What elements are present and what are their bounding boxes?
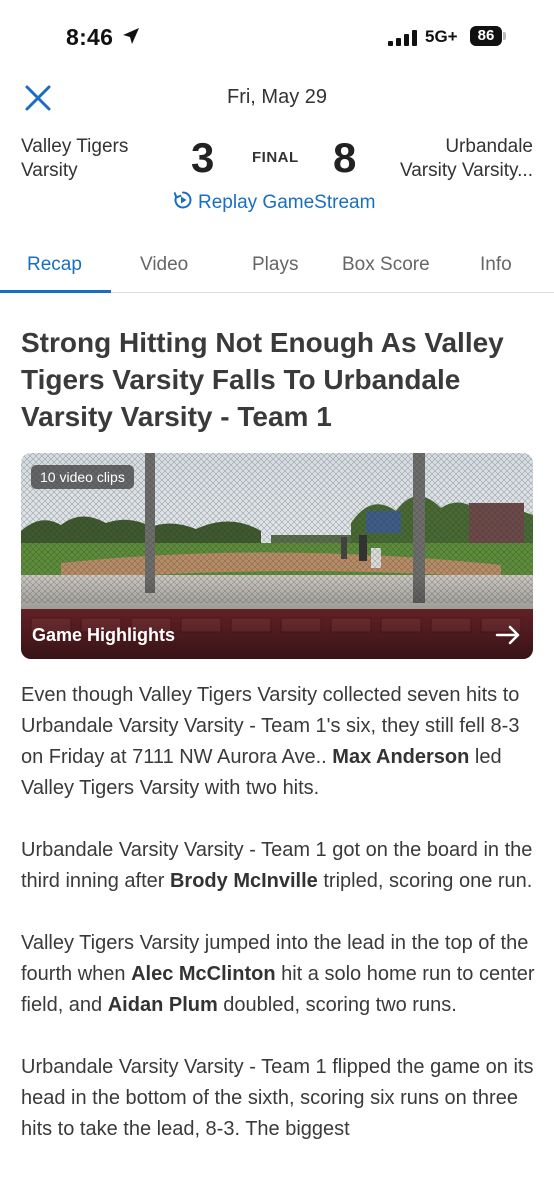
home-score: 3	[191, 134, 215, 181]
tab-bar: Recap Video Plays Box Score Info	[0, 240, 554, 293]
away-team-line2: Varsity Varsity...	[399, 160, 533, 181]
home-team-line1: Valley Tigers	[21, 136, 129, 157]
replay-gamestream-button[interactable]: Replay GameStream	[173, 190, 375, 216]
away-score: 8	[333, 134, 357, 181]
away-team-line1: Urbandale	[445, 136, 533, 157]
replay-label: Replay GameStream	[198, 192, 376, 213]
network-type: 5G+	[425, 27, 458, 46]
article-paragraph: Urbandale Varsity Varsity - Team 1 flipp…	[21, 1056, 534, 1140]
article-paragraph: Valley Tigers Varsity jumped into the le…	[21, 932, 535, 1016]
article-headline: Strong Hitting Not Enough As Valley Tige…	[21, 327, 504, 432]
game-status: FINAL	[252, 149, 299, 166]
home-team-name[interactable]: Valley Tigers Varsity	[21, 135, 128, 183]
home-team-line2: Varsity	[21, 160, 78, 181]
active-tab-indicator	[0, 290, 111, 293]
player-name: Aidan Plum	[107, 994, 218, 1016]
game-highlights-video[interactable]: 10 video clips Game Highlights	[21, 453, 533, 659]
player-name: Alec McClinton	[131, 963, 276, 985]
game-date: Fri, May 29	[226, 86, 328, 108]
article-body: Even though Valley Tigers Varsity collec…	[21, 680, 541, 1176]
player-name: Max Anderson	[332, 746, 470, 768]
replay-icon	[173, 190, 193, 216]
away-team-name[interactable]: Urbandale Varsity Varsity...	[400, 135, 533, 183]
tab-recap[interactable]: Recap	[27, 254, 82, 276]
battery-indicator: 86	[470, 26, 502, 46]
article-paragraph: Urbandale Varsity Varsity - Team 1 got o…	[21, 839, 533, 892]
tab-box-score[interactable]: Box Score	[342, 254, 430, 276]
signal-icon	[388, 30, 420, 51]
tab-video[interactable]: Video	[140, 254, 188, 276]
tab-plays[interactable]: Plays	[252, 254, 298, 276]
location-arrow-icon	[122, 27, 140, 50]
player-name: Brody McInville	[169, 870, 318, 892]
tab-info[interactable]: Info	[480, 254, 512, 276]
status-bar: 8:46 5G+ 86	[0, 0, 554, 76]
status-time: 8:46	[66, 24, 114, 50]
battery-tip	[503, 32, 506, 40]
arrow-right-icon	[495, 625, 521, 645]
video-title: Game Highlights	[32, 625, 176, 645]
article-paragraph: Even though Valley Tigers Varsity collec…	[21, 684, 520, 799]
video-clips-badge: 10 video clips	[31, 465, 134, 489]
